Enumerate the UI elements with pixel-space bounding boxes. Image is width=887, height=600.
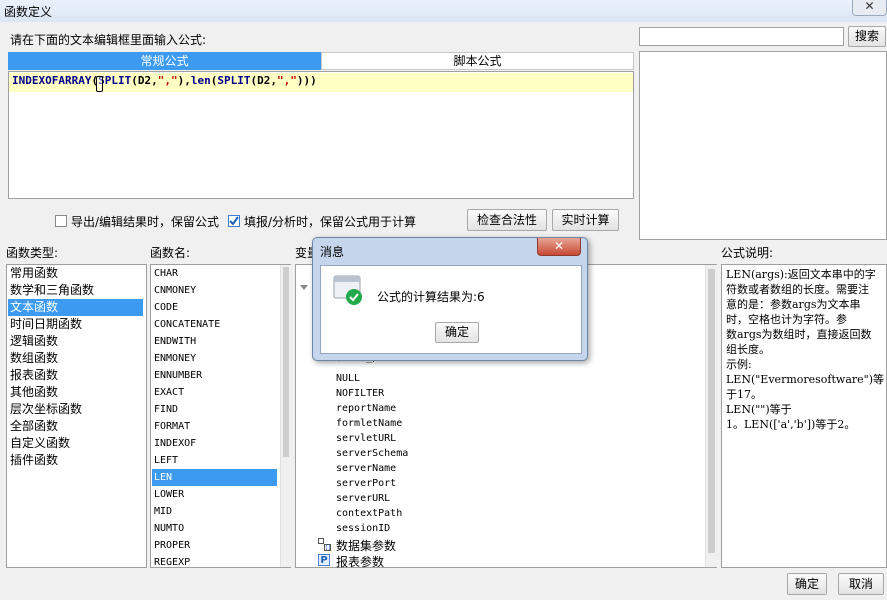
function-type-item-selected[interactable]: 文本函数: [8, 299, 143, 316]
expand-arrow-icon[interactable]: [300, 285, 308, 290]
search-input[interactable]: [639, 27, 844, 46]
function-type-label: 函数类型:: [6, 246, 59, 260]
function-name-item[interactable]: REGEXP: [152, 554, 190, 567]
variable-item[interactable]: NOFILTER: [336, 388, 384, 399]
function-type-item[interactable]: 层次坐标函数: [8, 401, 82, 418]
export-keep-formula-checkbox[interactable]: [55, 215, 67, 227]
window-title: 函数定义: [4, 5, 53, 19]
realtime-calc-button[interactable]: 实时计算: [552, 209, 619, 231]
fill-keep-formula-label: 填报/分析时，保留公式用于计算: [244, 215, 417, 229]
function-name-item[interactable]: FIND: [152, 401, 178, 418]
function-name-item[interactable]: EXACT: [152, 384, 184, 401]
description-line: 1。LEN(['a','b'])等于2。: [726, 418, 856, 431]
description-line: 数args为数组时，直接返回数: [726, 328, 872, 341]
group-dataset-params[interactable]: 数据集参数: [336, 537, 396, 554]
success-icon: [333, 275, 365, 307]
search-results-panel: [639, 51, 887, 240]
dataset-param-icon: []: [318, 538, 331, 552]
variable-item[interactable]: contextPath: [336, 508, 402, 519]
scrollbar-thumb[interactable]: [283, 267, 289, 457]
variable-item[interactable]: serverName: [336, 463, 396, 474]
description-line: 示例:: [726, 358, 752, 371]
function-name-item[interactable]: FORMAT: [152, 418, 190, 435]
description-line: 组长度。: [726, 343, 770, 356]
function-type-item[interactable]: 数学和三角函数: [8, 282, 94, 299]
function-type-item[interactable]: 逻辑函数: [8, 333, 58, 350]
message-dialog: 消息 ✕ 公式的计算结果为:6 确定: [312, 237, 588, 361]
description-line: 符数或者数组的长度。需要注: [726, 283, 869, 296]
scrollbar-thumb[interactable]: [708, 269, 715, 553]
check-validity-button[interactable]: 检查合法性: [467, 209, 547, 231]
function-name-item[interactable]: LOWER: [152, 486, 184, 503]
description-line: 于17。: [726, 388, 762, 401]
report-param-icon: P: [318, 554, 330, 566]
variable-item[interactable]: formletName: [336, 418, 402, 429]
function-name-item[interactable]: NUMTO: [152, 520, 184, 537]
function-name-item[interactable]: ENDWITH: [152, 333, 196, 350]
description-line: LEN(args):返回文本串中的字: [726, 268, 876, 281]
checkmark-icon: [229, 216, 239, 226]
description-label: 公式说明:: [721, 246, 774, 260]
function-name-item[interactable]: CODE: [152, 299, 178, 316]
dialog-message: 公式的计算结果为:6: [377, 290, 485, 304]
search-button[interactable]: 搜索: [848, 26, 886, 47]
dialog-ok-button[interactable]: 确定: [435, 322, 479, 343]
group-report-params[interactable]: 报表参数: [336, 553, 384, 570]
variable-item[interactable]: serverSchema: [336, 448, 408, 459]
function-type-list: 常用函数 数学和三角函数 文本函数 时间日期函数 逻辑函数 数组函数 报表函数 …: [6, 264, 147, 568]
function-type-item[interactable]: 全部函数: [8, 418, 58, 435]
function-name-item[interactable]: LEFT: [152, 452, 178, 469]
variable-scrollbar[interactable]: [705, 265, 717, 567]
function-name-item[interactable]: MID: [152, 503, 172, 520]
dialog-body: 公式的计算结果为:6 确定: [320, 265, 582, 354]
export-keep-formula-label: 导出/编辑结果时，保留公式: [71, 215, 220, 229]
function-name-item[interactable]: CONCATENATE: [152, 316, 220, 333]
function-type-item[interactable]: 报表函数: [8, 367, 58, 384]
formula-text: INDEXOFARRAY(SPLIT(D2,","),len(SPLIT(D2,…: [12, 74, 317, 87]
tab-script-formula[interactable]: 脚本公式: [321, 52, 634, 70]
function-name-label: 函数名:: [150, 246, 191, 260]
description-text: LEN(args):返回文本串中的字 符数或者数组的长度。需要注 意的是：参数a…: [726, 267, 886, 432]
description-line: LEN("")等于: [726, 403, 792, 416]
function-type-item[interactable]: 插件函数: [8, 452, 58, 469]
description-line: LEN("Evermoresoftware")等: [726, 373, 884, 386]
variable-item[interactable]: serverURL: [336, 493, 390, 504]
function-type-item[interactable]: 常用函数: [8, 265, 58, 282]
tab-regular-formula[interactable]: 常规公式: [8, 52, 321, 70]
function-type-item[interactable]: 时间日期函数: [8, 316, 82, 333]
dialog-title: 消息: [320, 245, 345, 259]
svg-text:[]: []: [326, 545, 331, 552]
variable-item[interactable]: reportName: [336, 403, 396, 414]
function-name-item[interactable]: CHAR: [152, 265, 178, 282]
function-name-list: CHAR CNMONEY CODE CONCATENATE ENDWITH EN…: [150, 264, 291, 568]
description-line: 意的是：参数args为文本串: [726, 298, 861, 311]
function-type-item[interactable]: 数组函数: [8, 350, 58, 367]
description-line: 时，空格也计为字符。参: [726, 313, 847, 326]
prompt-label: 请在下面的文本编辑框里面输入公式:: [10, 33, 207, 47]
fill-keep-formula-checkbox[interactable]: [228, 215, 240, 227]
function-type-item[interactable]: 自定义函数: [8, 435, 70, 452]
function-name-item[interactable]: ENMONEY: [152, 350, 196, 367]
function-type-item[interactable]: 其他函数: [8, 384, 58, 401]
function-name-item-selected[interactable]: LEN: [152, 469, 277, 486]
description-panel: LEN(args):返回文本串中的字 符数或者数组的长度。需要注 意的是：参数a…: [721, 264, 887, 568]
variable-item[interactable]: servletURL: [336, 433, 396, 444]
text-cursor-icon: [96, 76, 103, 92]
variable-item[interactable]: NULL: [336, 373, 360, 384]
window-title-bar: [0, 0, 887, 22]
function-name-item[interactable]: INDEXOF: [152, 435, 196, 452]
function-name-scrollbar[interactable]: [280, 265, 291, 567]
function-name-item[interactable]: ENNUMBER: [152, 367, 202, 384]
cancel-button[interactable]: 取消: [838, 573, 884, 595]
formula-editor[interactable]: INDEXOFARRAY(SPLIT(D2,","),len(SPLIT(D2,…: [8, 71, 634, 199]
function-name-item[interactable]: PROPER: [152, 537, 190, 554]
variable-item[interactable]: sessionID: [336, 523, 390, 534]
function-name-item[interactable]: CNMONEY: [152, 282, 196, 299]
variable-item[interactable]: serverPort: [336, 478, 396, 489]
dialog-close-button[interactable]: ✕: [537, 238, 581, 256]
window-close-button[interactable]: ✕: [852, 0, 887, 16]
ok-button[interactable]: 确定: [787, 573, 827, 595]
